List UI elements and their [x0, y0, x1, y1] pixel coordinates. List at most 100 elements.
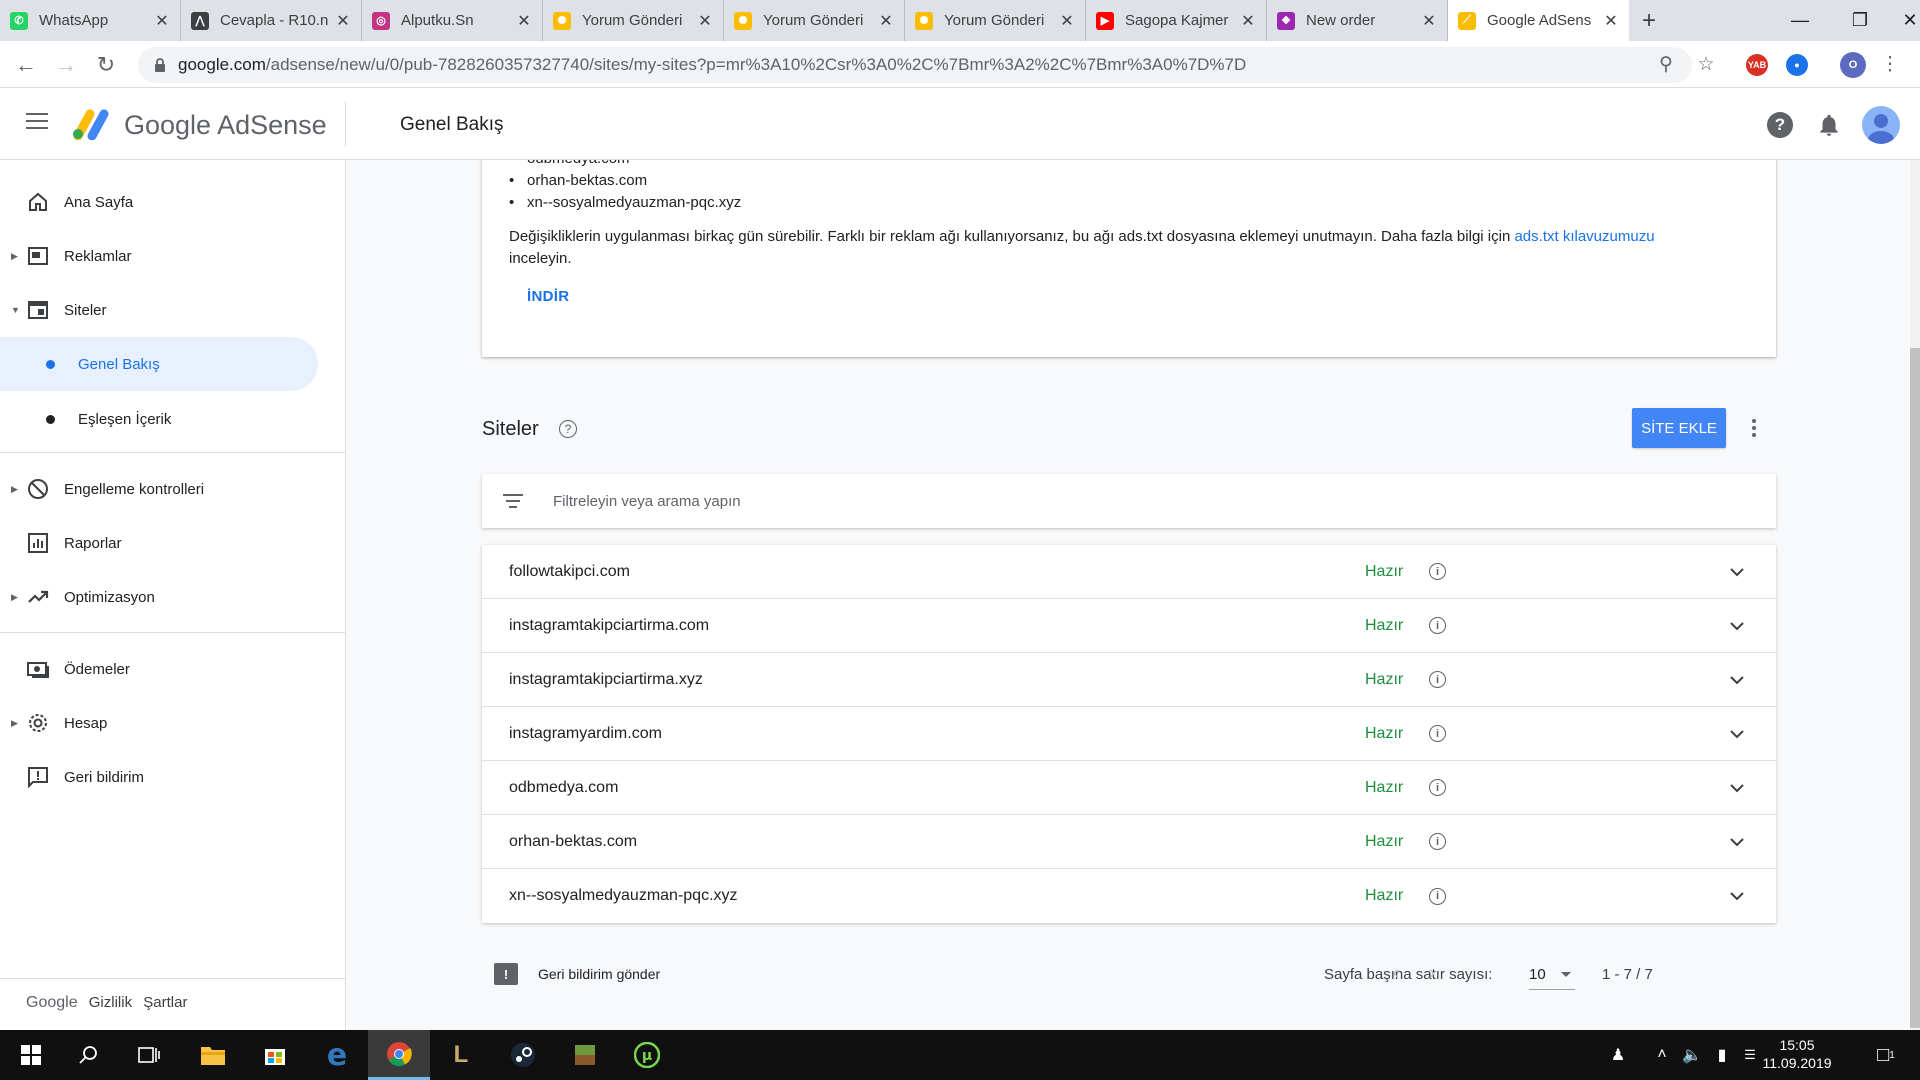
help-outline-icon[interactable]: ?	[559, 420, 577, 438]
new-tab-icon[interactable]: +	[1629, 0, 1669, 41]
close-tab-icon[interactable]: ✕	[1421, 11, 1437, 31]
sidebar-item-optimization[interactable]: ▶ Optimizasyon	[0, 572, 346, 622]
sidebar-item-home[interactable]: Ana Sayfa	[0, 177, 346, 227]
people-icon[interactable]: ♟	[1606, 1043, 1630, 1067]
browser-tab[interactable]: ✺ Yorum Gönderi ✕	[543, 0, 724, 41]
sidebar-item-sites[interactable]: ▼ Siteler	[0, 285, 346, 335]
close-tab-icon[interactable]: ✕	[1059, 11, 1075, 31]
chevron-down-icon[interactable]	[1726, 615, 1748, 637]
profile-icon[interactable]: O	[1840, 52, 1866, 78]
taskbar-clock[interactable]: 15:05 11.09.2019	[1752, 1036, 1842, 1072]
search-icon[interactable]	[58, 1030, 120, 1080]
footer-privacy-link[interactable]: Gizlilik	[89, 994, 132, 1011]
filter-search-input[interactable]	[553, 488, 853, 514]
info-icon[interactable]: i	[1429, 833, 1446, 850]
chrome-icon[interactable]	[368, 1030, 430, 1080]
avatar[interactable]	[1862, 106, 1900, 144]
reload-icon[interactable]: ↻	[90, 49, 122, 81]
table-row[interactable]: instagramyardim.com Hazır i	[482, 707, 1776, 761]
close-window-icon[interactable]: ✕	[1880, 0, 1920, 41]
browser-tab[interactable]: ❖ New order ✕	[1267, 0, 1448, 41]
info-icon[interactable]: i	[1429, 779, 1446, 796]
forward-icon[interactable]: →	[50, 49, 82, 81]
footer-terms-link[interactable]: Şartlar	[143, 994, 187, 1011]
close-tab-icon[interactable]: ✕	[516, 11, 532, 31]
notifications-bell-icon[interactable]	[1816, 112, 1842, 138]
sidebar-item-feedback[interactable]: Geri bildirim	[0, 752, 346, 802]
chevron-up-icon[interactable]: ˄	[1652, 1043, 1672, 1067]
add-site-button[interactable]: SİTE EKLE	[1632, 408, 1726, 448]
steam-icon[interactable]	[492, 1030, 554, 1080]
send-feedback-link[interactable]: ! Geri bildirim gönder	[494, 963, 660, 985]
table-row[interactable]: instagramtakipciartirma.com Hazır i	[482, 599, 1776, 653]
filter-list-icon[interactable]	[503, 494, 523, 508]
close-tab-icon[interactable]: ✕	[878, 11, 894, 31]
close-tab-icon[interactable]: ✕	[335, 11, 351, 31]
browser-tab[interactable]: ▶ Sagopa Kajmer ✕	[1086, 0, 1267, 41]
edge-icon[interactable]: e	[306, 1030, 368, 1080]
info-icon[interactable]: i	[1429, 887, 1446, 905]
sidebar-item-blocking-controls[interactable]: ▶ Engelleme kontrolleri	[0, 464, 346, 514]
browser-tab[interactable]: ⋀ Cevapla - R10.n ✕	[181, 0, 362, 41]
chevron-down-icon[interactable]	[1726, 831, 1748, 853]
minecraft-icon[interactable]	[554, 1030, 616, 1080]
help-icon[interactable]: ?	[1767, 112, 1793, 138]
info-icon[interactable]: i	[1429, 725, 1446, 742]
browser-tab[interactable]: ✺ Yorum Gönderi ✕	[905, 0, 1086, 41]
info-icon[interactable]: i	[1429, 671, 1446, 688]
ads-txt-guide-link[interactable]: ads.txt kılavuzumuzu	[1514, 228, 1654, 245]
chevron-down-icon[interactable]	[1726, 561, 1748, 583]
table-row[interactable]: odbmedya.com Hazır i	[482, 761, 1776, 815]
zoom-icon[interactable]: ⚲	[1652, 50, 1680, 78]
extension-icon[interactable]: ●	[1786, 54, 1808, 76]
footer-google-link[interactable]: Google	[26, 994, 78, 1011]
league-of-legends-icon[interactable]: L	[430, 1030, 492, 1080]
chevron-down-icon[interactable]	[1726, 669, 1748, 691]
close-tab-icon[interactable]: ✕	[154, 11, 170, 31]
chevron-right-icon[interactable]: ›	[1420, 961, 1444, 985]
windows-start-icon[interactable]	[0, 1030, 62, 1080]
sidebar-item-overview[interactable]: Genel Bakış	[0, 337, 318, 391]
address-bar[interactable]: google.com/adsense/new/u/0/pub-782826035…	[138, 47, 1692, 83]
sidebar-item-payments[interactable]: Ödemeler	[0, 644, 346, 694]
browser-tab[interactable]: ⟋ Google AdSens ✕	[1448, 0, 1629, 41]
menu-more-icon[interactable]: ⋮	[1876, 50, 1904, 78]
table-row[interactable]: orhan-bektas.com Hazır i	[482, 815, 1776, 869]
browser-tab[interactable]: ✺ Yorum Gönderi ✕	[724, 0, 905, 41]
close-tab-icon[interactable]: ✕	[697, 11, 713, 31]
table-row[interactable]: xn--sosyalmedyauzman-pqc.xyz Hazır i	[482, 869, 1776, 923]
table-row[interactable]: instagramtakipciartirma.xyz Hazır i	[482, 653, 1776, 707]
sidebar-item-account[interactable]: ▶ Hesap	[0, 698, 346, 748]
info-icon[interactable]: i	[1429, 563, 1446, 580]
speaker-icon[interactable]: 🔈	[1680, 1043, 1704, 1067]
close-tab-icon[interactable]: ✕	[1603, 11, 1619, 31]
file-explorer-icon[interactable]	[182, 1030, 244, 1080]
sidebar-item-reports[interactable]: Raporlar	[0, 518, 346, 568]
action-center-icon[interactable]: □ 1	[1868, 1043, 1904, 1067]
sidebar-item-matched-content[interactable]: Eşleşen İçerik	[0, 392, 346, 446]
chevron-left-icon[interactable]: ‹	[1384, 961, 1408, 985]
task-view-icon[interactable]	[118, 1030, 180, 1080]
back-icon[interactable]: ←	[10, 49, 42, 81]
sidebar-divider	[0, 452, 346, 453]
sidebar-item-ads[interactable]: ▶ Reklamlar	[0, 231, 346, 281]
minimize-icon[interactable]: —	[1770, 0, 1830, 41]
browser-tab[interactable]: ✆ WhatsApp ✕	[0, 0, 181, 41]
info-icon[interactable]: i	[1429, 617, 1446, 634]
scrollbar-thumb[interactable]	[1910, 348, 1920, 1028]
battery-icon[interactable]: ▮	[1710, 1043, 1734, 1067]
hamburger-menu-icon[interactable]	[26, 113, 48, 131]
rows-per-page-select[interactable]: 10	[1529, 966, 1575, 990]
store-icon[interactable]	[244, 1030, 306, 1080]
star-icon[interactable]: ☆	[1692, 50, 1720, 78]
chevron-down-icon[interactable]	[1726, 723, 1748, 745]
chevron-down-icon[interactable]	[1726, 777, 1748, 799]
chevron-down-icon[interactable]	[1726, 885, 1748, 907]
close-tab-icon[interactable]: ✕	[1240, 11, 1256, 31]
download-button[interactable]: İNDİR	[527, 288, 569, 305]
more-vert-icon[interactable]	[1744, 414, 1764, 442]
utorrent-icon[interactable]: μ	[616, 1030, 678, 1080]
table-row[interactable]: followtakipci.com Hazır i	[482, 545, 1776, 599]
yab-extension-icon[interactable]: YAB	[1746, 54, 1768, 76]
browser-tab[interactable]: ◎ Alputku.Sn ✕	[362, 0, 543, 41]
